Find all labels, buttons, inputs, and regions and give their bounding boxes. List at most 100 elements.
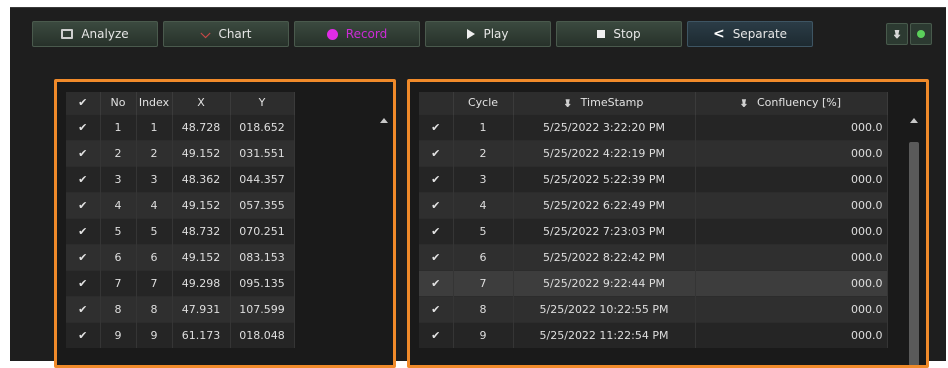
table-row[interactable]: ✔ 9 9 61.173 018.048 — [66, 321, 295, 348]
table-row[interactable]: ✔ 8 8 47.931 107.599 — [66, 295, 295, 322]
checkmark-icon: ✔ — [78, 172, 88, 186]
stop-icon — [597, 30, 606, 38]
scroll-up-arrow-icon[interactable] — [380, 118, 388, 123]
pin-icon — [893, 29, 901, 39]
checkmark-icon: ✔ — [78, 120, 88, 134]
column-header-timestamp[interactable]: TimeStamp — [513, 92, 696, 114]
table-row[interactable]: ✔ 5 5/25/2022 7:23:03 PM 000.0 — [419, 217, 888, 244]
cell-y: 044.357 — [230, 165, 295, 192]
cell-timestamp: 5/25/2022 11:22:54 PM — [513, 321, 696, 348]
timestamp-header-label: TimeStamp — [580, 96, 644, 110]
table-row[interactable]: ✔ 9 5/25/2022 11:22:54 PM 000.0 — [419, 321, 888, 348]
row-checkbox[interactable]: ✔ — [66, 113, 101, 140]
cell-index: 5 — [136, 217, 173, 244]
cell-timestamp: 5/25/2022 5:22:39 PM — [513, 165, 696, 192]
cell-timestamp: 5/25/2022 10:22:55 PM — [513, 295, 696, 322]
cell-confluency: 000.0 — [695, 165, 888, 192]
table-row[interactable]: ✔ 8 5/25/2022 10:22:55 PM 000.0 — [419, 295, 888, 322]
row-checkbox[interactable]: ✔ — [419, 139, 454, 166]
column-header-index[interactable]: Index — [136, 92, 173, 114]
cell-confluency: 000.0 — [695, 191, 888, 218]
table-row[interactable]: ✔ 6 5/25/2022 8:22:42 PM 000.0 — [419, 243, 888, 270]
scrollbar-thumb[interactable] — [909, 142, 919, 365]
row-checkbox[interactable]: ✔ — [66, 191, 101, 218]
table-row[interactable]: ✔ 4 5/25/2022 6:22:49 PM 000.0 — [419, 191, 888, 218]
row-checkbox[interactable]: ✔ — [419, 113, 454, 140]
cell-x: 49.298 — [172, 269, 231, 296]
chart-button[interactable]: ⌵ Chart — [163, 21, 289, 47]
analyze-button[interactable]: Analyze — [32, 21, 158, 47]
table-row[interactable]: ✔ 1 1 48.728 018.652 — [66, 113, 295, 140]
row-checkbox[interactable]: ✔ — [66, 165, 101, 192]
table-row[interactable]: ✔ 3 5/25/2022 5:22:39 PM 000.0 — [419, 165, 888, 192]
cell-index: 1 — [136, 113, 173, 140]
row-checkbox[interactable]: ✔ — [419, 243, 454, 270]
select-all-checkbox[interactable]: ✔ — [66, 92, 101, 114]
record-button[interactable]: Record — [294, 21, 420, 47]
checkmark-icon: ✔ — [431, 276, 441, 290]
separate-button[interactable]: < Separate — [687, 21, 813, 47]
table-row[interactable]: ✔ 1 5/25/2022 3:22:20 PM 000.0 — [419, 113, 888, 140]
cell-confluency: 000.0 — [695, 113, 888, 140]
column-header-select[interactable] — [419, 92, 454, 114]
row-checkbox[interactable]: ✔ — [66, 321, 101, 348]
checkmark-icon: ✔ — [78, 96, 88, 110]
row-checkbox[interactable]: ✔ — [419, 191, 454, 218]
table-row[interactable]: ✔ 5 5 48.732 070.251 — [66, 217, 295, 244]
table-row[interactable]: ✔ 7 7 49.298 095.135 — [66, 269, 295, 296]
row-checkbox[interactable]: ✔ — [419, 165, 454, 192]
cell-x: 49.152 — [172, 139, 231, 166]
table-row[interactable]: ✔ 4 4 49.152 057.355 — [66, 191, 295, 218]
scroll-up-arrow-icon[interactable] — [910, 118, 918, 123]
table-row[interactable]: ✔ 6 6 49.152 083.153 — [66, 243, 295, 270]
row-checkbox[interactable]: ✔ — [66, 269, 101, 296]
row-checkbox[interactable]: ✔ — [419, 295, 454, 322]
cell-no: 7 — [100, 269, 137, 296]
column-header-cycle[interactable]: Cycle — [453, 92, 514, 114]
cell-x: 61.173 — [172, 321, 231, 348]
play-label: Play — [483, 27, 509, 41]
play-button[interactable]: Play — [425, 21, 551, 47]
vertical-scrollbar[interactable] — [377, 118, 391, 358]
table-row[interactable]: ✔ 3 3 48.362 044.357 — [66, 165, 295, 192]
cell-x: 48.732 — [172, 217, 231, 244]
row-checkbox[interactable]: ✔ — [419, 269, 454, 296]
cell-timestamp: 5/25/2022 3:22:20 PM — [513, 113, 696, 140]
table-row[interactable]: ✔ 2 5/25/2022 4:22:19 PM 000.0 — [419, 139, 888, 166]
row-checkbox[interactable]: ✔ — [66, 243, 101, 270]
chart-icon: ⌵ — [200, 26, 211, 42]
vertical-scrollbar[interactable] — [907, 118, 921, 365]
row-checkbox[interactable]: ✔ — [66, 139, 101, 166]
cell-no: 3 — [100, 165, 137, 192]
checkmark-icon: ✔ — [431, 172, 441, 186]
row-checkbox[interactable]: ✔ — [66, 295, 101, 322]
table-row-selected[interactable]: ✔ 7 5/25/2022 9:22:44 PM 000.0 — [419, 269, 888, 296]
separate-icon: < — [712, 26, 725, 42]
cell-confluency: 000.0 — [695, 243, 888, 270]
column-header-x[interactable]: X — [172, 92, 231, 114]
column-header-y[interactable]: Y — [230, 92, 295, 114]
stop-button[interactable]: Stop — [556, 21, 682, 47]
column-header-confluency[interactable]: Confluency [%] — [695, 92, 888, 114]
chart-label: Chart — [218, 27, 252, 41]
row-checkbox[interactable]: ✔ — [66, 217, 101, 244]
checkmark-icon: ✔ — [431, 120, 441, 134]
cell-confluency: 000.0 — [695, 295, 888, 322]
table-row[interactable]: ✔ 2 2 49.152 031.551 — [66, 139, 295, 166]
row-checkbox[interactable]: ✔ — [419, 217, 454, 244]
pin-icon — [564, 99, 571, 108]
monitor-icon — [61, 29, 74, 39]
cell-timestamp: 5/25/2022 7:23:03 PM — [513, 217, 696, 244]
cell-cycle: 3 — [453, 165, 514, 192]
cell-x: 49.152 — [172, 191, 231, 218]
cell-confluency: 000.0 — [695, 217, 888, 244]
pin-button[interactable] — [886, 23, 908, 45]
cell-y: 107.599 — [230, 295, 295, 322]
checkmark-icon: ✔ — [78, 198, 88, 212]
row-checkbox[interactable]: ✔ — [419, 321, 454, 348]
cell-index: 7 — [136, 269, 173, 296]
column-header-no[interactable]: No — [100, 92, 137, 114]
cell-index: 4 — [136, 191, 173, 218]
status-button[interactable] — [910, 23, 932, 45]
cell-cycle: 2 — [453, 139, 514, 166]
